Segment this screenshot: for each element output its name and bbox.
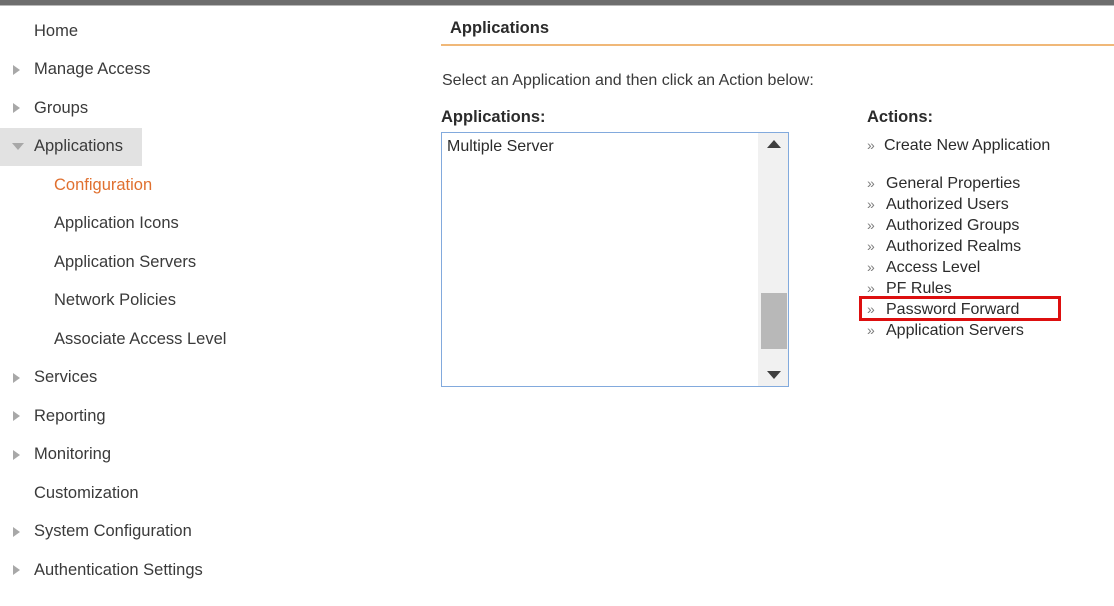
- action-label: Authorized Realms: [886, 238, 1022, 255]
- actions-heading: Actions:: [867, 108, 933, 126]
- sidebar-item-label: Associate Access Level: [54, 329, 227, 348]
- action-label: General Properties: [886, 175, 1021, 192]
- sidebar-item-label: Home: [34, 21, 79, 40]
- page-title: Applications: [450, 19, 550, 37]
- chevron-right-icon[interactable]: [13, 411, 20, 422]
- sidebar-item-label: Authentication Settings: [34, 560, 203, 579]
- action-authorized-users[interactable]: » Authorized Users: [867, 194, 1114, 215]
- scroll-down-button[interactable]: [759, 364, 789, 386]
- triangle-down-icon: [767, 371, 781, 379]
- sidebar-item-label: Manage Access: [34, 60, 151, 79]
- sidebar-item-associate-access-level[interactable]: Associate Access Level: [0, 320, 430, 359]
- applications-option-list: Multiple Server: [442, 133, 756, 157]
- window-top-bar: [0, 0, 1114, 6]
- content-panel: Applications Select an Application and t…: [441, 12, 1114, 606]
- sidebar-item-label: System Configuration: [34, 522, 192, 541]
- chevron-double-right-icon: »: [867, 196, 875, 212]
- sidebar-item-application-servers[interactable]: Application Servers: [0, 243, 430, 282]
- action-application-servers[interactable]: » Application Servers: [867, 320, 1114, 341]
- action-label: Password Forward: [886, 301, 1020, 318]
- sidebar-item-label: Customization: [34, 483, 139, 502]
- listbox-scrollbar[interactable]: [758, 133, 788, 386]
- action-label: Create New Application: [884, 137, 1051, 154]
- sidebar-item-authentication-settings[interactable]: Authentication Settings: [0, 551, 430, 590]
- actions-list: » Create New Application » General Proper…: [859, 132, 1114, 341]
- chevron-down-icon[interactable]: [12, 143, 24, 151]
- action-authorized-groups[interactable]: » Authorized Groups: [867, 215, 1114, 236]
- chevron-double-right-icon: »: [867, 217, 875, 233]
- sidebar-item-reporting[interactable]: Reporting: [0, 397, 430, 436]
- sidebar-item-monitoring[interactable]: Monitoring: [0, 436, 430, 475]
- scroll-up-button[interactable]: [759, 133, 789, 155]
- chevron-double-right-icon: »: [867, 259, 875, 275]
- action-access-level[interactable]: » Access Level: [867, 257, 1114, 278]
- chevron-right-icon[interactable]: [13, 64, 20, 75]
- chevron-right-icon[interactable]: [13, 103, 20, 114]
- sidebar-item-label: Network Policies: [54, 291, 176, 310]
- action-create-new-application[interactable]: » Create New Application: [867, 135, 1114, 156]
- sidebar-navigation: Home Manage Access Groups Applications Confi…: [0, 12, 430, 606]
- action-general-properties[interactable]: » General Properties: [867, 173, 1114, 194]
- sidebar-item-services[interactable]: Services: [0, 359, 430, 398]
- scrollbar-thumb[interactable]: [761, 293, 787, 349]
- action-password-forward[interactable]: » Password Forward: [867, 299, 1114, 320]
- action-label: Application Servers: [886, 322, 1024, 339]
- sidebar-item-manage-access[interactable]: Manage Access: [0, 51, 430, 90]
- action-label: PF Rules: [886, 280, 952, 297]
- chevron-right-icon[interactable]: [13, 372, 20, 383]
- applications-listbox[interactable]: Multiple Server: [441, 132, 789, 387]
- applications-heading: Applications:: [441, 108, 546, 126]
- action-label: Authorized Users: [886, 196, 1009, 213]
- sidebar-item-system-configuration[interactable]: System Configuration: [0, 513, 430, 552]
- action-pf-rules[interactable]: » PF Rules: [867, 278, 1114, 299]
- chevron-double-right-icon: »: [867, 238, 875, 254]
- sidebar-item-application-icons[interactable]: Application Icons: [0, 205, 430, 244]
- chevron-double-right-icon: »: [867, 301, 875, 317]
- instructions-text: Select an Application and then click an …: [442, 72, 814, 89]
- sidebar-item-groups[interactable]: Groups: [0, 89, 430, 128]
- triangle-up-icon: [767, 140, 781, 148]
- sidebar-item-applications[interactable]: Applications: [0, 127, 142, 166]
- panel-columns: Applications: Multiple Server Actions: »…: [441, 90, 1114, 387]
- applications-column: Applications: Multiple Server: [441, 108, 867, 387]
- actions-group: » General Properties » Authorized Users » Aut…: [859, 173, 1114, 341]
- sidebar-item-network-policies[interactable]: Network Policies: [0, 282, 430, 321]
- sidebar-item-home[interactable]: Home: [0, 12, 430, 51]
- chevron-double-right-icon: »: [867, 175, 875, 191]
- chevron-right-icon[interactable]: [13, 565, 20, 576]
- chevron-right-icon[interactable]: [13, 449, 20, 460]
- chevron-double-right-icon: »: [867, 322, 875, 338]
- chevron-double-right-icon: »: [867, 137, 875, 153]
- actions-column: Actions: » Create New Application » Gener…: [859, 108, 1114, 387]
- chevron-double-right-icon: »: [867, 280, 875, 296]
- sidebar-item-label: Application Icons: [54, 214, 179, 233]
- listbox-option[interactable]: Multiple Server: [446, 137, 756, 157]
- action-authorized-realms[interactable]: » Authorized Realms: [867, 236, 1114, 257]
- action-label: Access Level: [886, 259, 981, 276]
- chevron-right-icon[interactable]: [13, 526, 20, 537]
- sidebar-item-customization[interactable]: Customization: [0, 474, 430, 513]
- sidebar-item-label: Application Servers: [54, 252, 197, 271]
- sidebar-item-label: Configuration: [54, 175, 153, 194]
- sidebar-item-configuration[interactable]: Configuration: [0, 166, 430, 205]
- action-label: Authorized Groups: [886, 217, 1020, 234]
